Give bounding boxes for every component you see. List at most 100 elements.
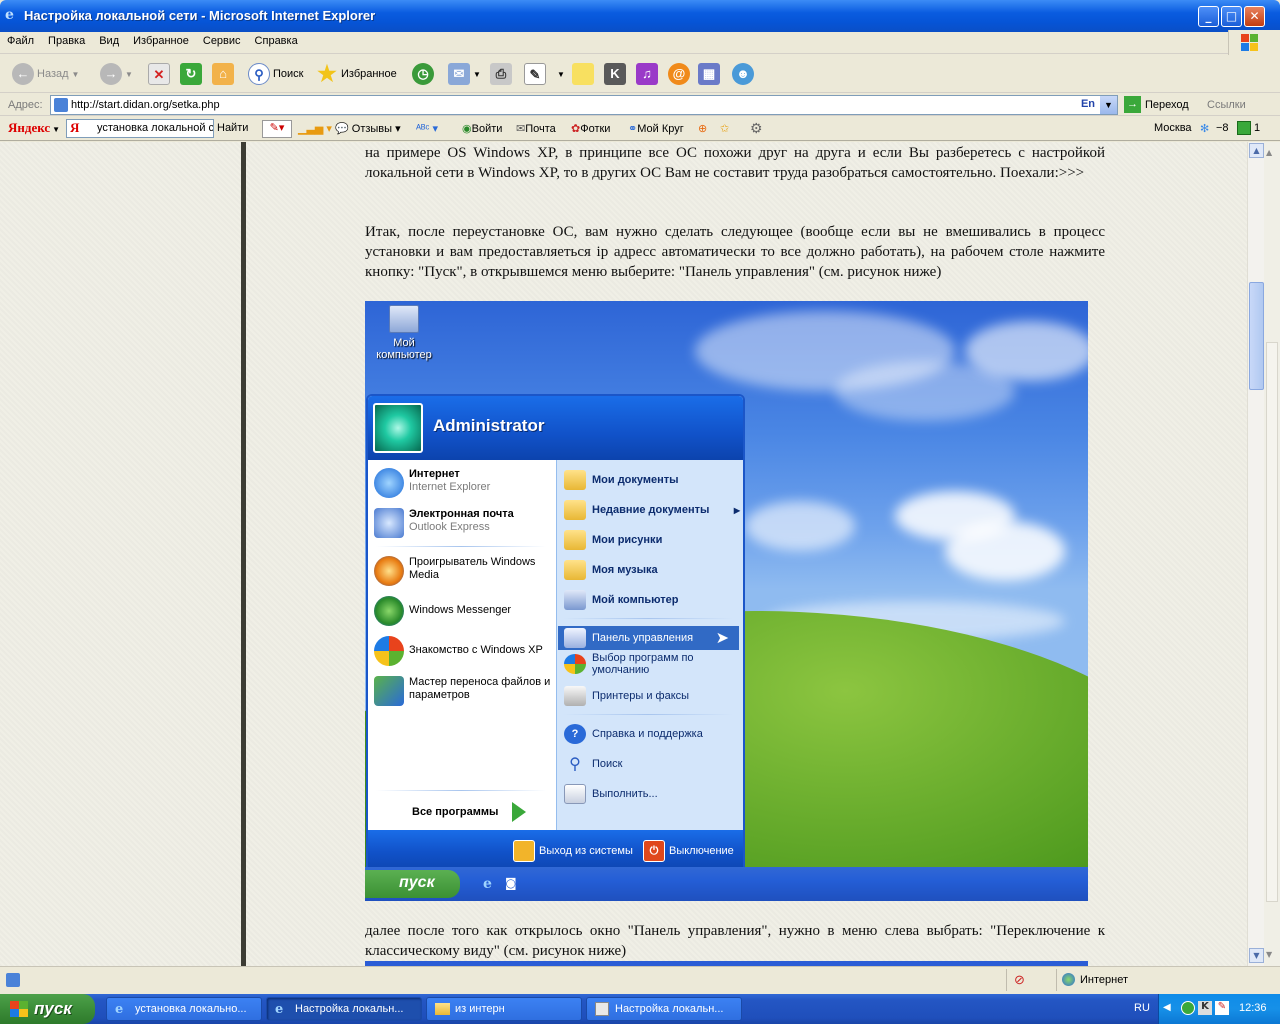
settings-gear-icon[interactable]: ⚙ [750,120,763,137]
window-title: Настройка локальной сети - Microsoft Int… [24,8,376,23]
recent-messenger[interactable]: Windows Messenger [374,596,511,626]
task-button-1[interactable]: e установка локально... [106,997,262,1021]
research-button[interactable]: ▦ [698,60,720,88]
outer-scroll-thumb[interactable] [1266,342,1278,902]
print-button[interactable]: ⎙ [490,60,512,88]
notes-button[interactable] [572,60,594,88]
research-icon: ▦ [698,63,720,85]
desktop-icon-my-computer[interactable]: Мой компьютер [371,305,437,361]
mail-link[interactable]: ✉Почта [516,122,556,135]
home-button[interactable]: ⌂ [212,60,234,88]
tray-network-icon[interactable] [1181,1001,1195,1015]
scroll-thumb[interactable] [1249,282,1264,390]
address-input[interactable]: http://start.didan.org/setka.php En ▼ [50,95,1118,115]
start-button[interactable]: пуск [0,994,95,1024]
my-pictures[interactable]: Мои рисунки [564,530,740,550]
status-bar: ⊘ Интернет [0,966,1280,994]
mail-button[interactable]: ✉ ▼ [448,60,481,88]
search-item[interactable]: ⚲ Поиск [564,754,740,774]
yandex-search-input[interactable]: Я установка локальной с [66,119,214,138]
tray-pen-icon[interactable]: ✎ [1215,1001,1229,1015]
start-menu-screenshot: Мой компьютер Administrator Интернет Inte… [365,301,1088,901]
search-button[interactable]: ⚲ Поиск [248,60,303,88]
language-indicator[interactable]: RU [1134,1002,1150,1014]
my-computer[interactable]: Мой компьютер [564,590,740,610]
menu-help[interactable]: Справка [248,32,305,50]
security-zone: Интернет [1080,974,1128,986]
reviews-button[interactable]: 💬 Отзывы ▾ [335,122,401,135]
inner-scrollbar[interactable]: ▲ ▼ [1247,142,1264,966]
spellcheck-icon[interactable]: ᴬᴮᶜ ▾ [416,122,438,135]
feeds-icon[interactable]: ⊕ [698,122,707,135]
my-documents[interactable]: Мои документы [564,470,740,490]
yandex-find-button[interactable]: Найти [217,122,248,134]
logoff-button[interactable]: Выход из системы [513,840,633,862]
menu-view[interactable]: Вид [92,32,126,50]
edit-button[interactable]: ✎ ▼ [524,60,565,88]
links-button[interactable]: Ссылки [1207,99,1246,111]
history-button[interactable]: ◷ [412,60,434,88]
outer-scrollbar[interactable]: ▲ ▼ [1264,142,1280,966]
shutdown-button[interactable]: ⏻ Выключение [643,840,734,862]
weather-city[interactable]: Москва [1154,122,1192,134]
recent-tour[interactable]: Знакомство с Windows XP [374,636,543,666]
photos-link[interactable]: ✿Фотки [571,122,610,135]
minimize-button[interactable]: _ [1198,6,1219,27]
recent-media-player[interactable]: Проигрыватель Windows Media [374,556,556,586]
my-music[interactable]: Моя музыка [564,560,740,580]
scroll-down-arrow[interactable]: ▼ [1249,948,1264,963]
task-button-3[interactable]: из интерн [426,997,582,1021]
pinned-email[interactable]: Электронная почта Outlook Express [374,508,514,538]
recent-documents[interactable]: Недавние документы ▶ [564,500,740,520]
all-programs-button[interactable]: Все программы [412,802,527,822]
outer-scroll-up-arrow[interactable]: ▲ [1266,148,1272,157]
highlight-icon[interactable]: ✎▾ [262,120,292,138]
title-bar[interactable]: e Настройка локальной сети - Microsoft I… [0,0,1280,32]
stop-button[interactable]: ✕ [148,60,170,88]
screenshot-start-button[interactable]: пуск [365,870,460,898]
forward-button[interactable]: → ▼ [100,60,133,88]
yandex-logo[interactable]: Яндекс ▼ [8,120,60,136]
mycircle-link[interactable]: ⚭Мой Круг [628,122,684,135]
quicklaunch-ie-icon[interactable]: e [483,876,492,892]
menu-tools[interactable]: Сервис [196,32,248,50]
address-dropdown-button[interactable]: ▼ [1100,96,1117,114]
start-menu-right-panel: Мои документы Недавние документы ▶ Мои ри… [556,460,743,830]
go-button[interactable]: → Переход [1124,96,1189,113]
popup-blocked-icon[interactable]: ⊘ [1014,972,1025,988]
pinned-internet[interactable]: Интернет Internet Explorer [374,468,490,498]
green-arrow-icon [512,802,527,822]
menu-edit[interactable]: Правка [41,32,92,50]
start-menu-left-panel: Интернет Internet Explorer Электронная по… [368,460,556,830]
outer-scroll-down-arrow[interactable]: ▼ [1266,950,1272,959]
refresh-button[interactable]: ↻ [180,60,202,88]
menu-favorites[interactable]: Избранное [126,32,196,50]
scroll-up-arrow[interactable]: ▲ [1249,143,1264,158]
page-icon [54,98,68,112]
maximize-button[interactable]: □ [1221,6,1242,27]
signal-icon[interactable]: ▁▃▅ ▾ [298,122,332,135]
task-button-2[interactable]: e Настройка локальн... [266,997,422,1021]
login-button[interactable]: ◉Войти [462,122,502,135]
default-programs[interactable]: Выбор программ по умолчанию [564,652,740,676]
messenger-button[interactable]: ♫ [636,60,658,88]
control-panel[interactable]: Панель управления ➤ [558,626,739,650]
task-button-4[interactable]: Настройка локальн... [586,997,742,1021]
contacts-button[interactable]: ☻ [732,60,754,88]
close-button[interactable]: ✕ [1244,6,1265,27]
print-icon: ⎙ [490,63,512,85]
recent-transfer-wizard[interactable]: Мастер переноса файлов и параметров [374,676,556,706]
clock[interactable]: 12:36 [1239,1002,1267,1014]
help-support[interactable]: ? Справка и поддержка [564,724,740,744]
k-button[interactable]: K [604,60,626,88]
bookmark-star-icon[interactable]: ✩ [720,122,729,135]
favorites-button[interactable]: ★ Избранное [316,60,397,88]
menu-file[interactable]: Файл [0,32,41,50]
at-button[interactable]: @ [668,60,690,88]
quicklaunch-desktop-icon[interactable]: ◙ [505,876,517,890]
back-button[interactable]: ← Назад ▼ [12,60,79,88]
tray-expand-icon[interactable]: ◀ [1163,1002,1171,1013]
tray-k-icon[interactable]: K [1198,1001,1212,1015]
printers-faxes[interactable]: Принтеры и факсы [564,686,740,706]
run-item[interactable]: Выполнить... [564,784,740,804]
